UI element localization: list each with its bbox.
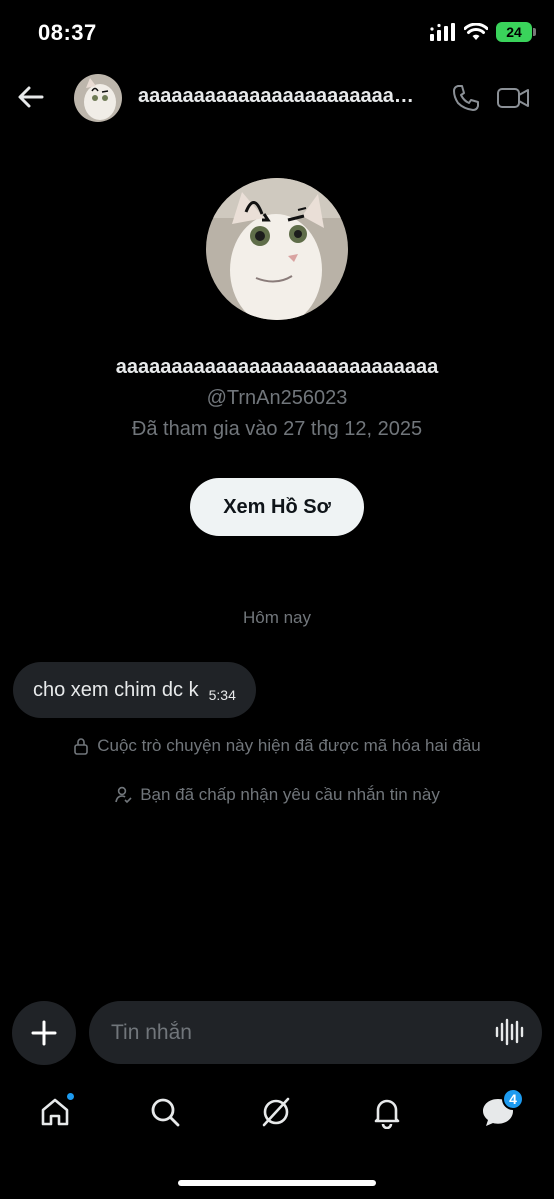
status-icons: 24 bbox=[430, 22, 536, 42]
header-name[interactable]: aaaaaaaaaaaaaaaaaaaaaaaaaaaaa bbox=[138, 85, 420, 108]
signal-icon bbox=[430, 23, 455, 41]
profile-joined-date: Đã tham gia vào 27 thg 12, 2025 bbox=[131, 418, 423, 440]
tab-home[interactable] bbox=[35, 1092, 75, 1132]
battery-icon: 24 bbox=[496, 22, 536, 42]
message-time: 5:34 bbox=[208, 687, 236, 703]
video-camera-icon[interactable] bbox=[496, 82, 530, 114]
tab-notifications[interactable] bbox=[367, 1092, 407, 1132]
bottom-tab-bar: 4 bbox=[0, 1086, 554, 1142]
view-profile-button[interactable]: Xem Hồ Sơ bbox=[190, 478, 364, 536]
wifi-icon bbox=[464, 23, 488, 40]
tab-search[interactable] bbox=[145, 1092, 185, 1132]
voice-waveform-icon[interactable] bbox=[494, 1017, 524, 1047]
messages-badge: 4 bbox=[502, 1088, 524, 1110]
grok-icon bbox=[262, 1097, 290, 1127]
request-accepted-notice: Bạn đã chấp nhận yêu cầu nhắn tin này bbox=[0, 785, 554, 805]
tab-grok[interactable] bbox=[256, 1092, 296, 1132]
tab-messages[interactable]: 4 bbox=[478, 1088, 524, 1132]
received-message-bubble[interactable]: cho xem chim dc k 5:34 bbox=[13, 662, 256, 718]
conversation-header: aaaaaaaaaaaaaaaaaaaaaaaaaaaaa bbox=[0, 66, 554, 130]
search-icon bbox=[151, 1098, 180, 1127]
encryption-notice-text: Cuộc trò chuyện này hiện đã được mã hóa … bbox=[97, 736, 481, 755]
back-arrow-icon[interactable] bbox=[14, 80, 48, 114]
message-text: cho xem chim dc k bbox=[33, 678, 199, 701]
phone-icon[interactable] bbox=[450, 82, 482, 114]
add-attachment-button[interactable] bbox=[12, 1001, 76, 1065]
header-avatar[interactable] bbox=[74, 74, 122, 122]
plus-icon bbox=[31, 1020, 57, 1046]
request-accepted-text: Bạn đã chấp nhận yêu cầu nhắn tin này bbox=[140, 785, 440, 804]
lock-icon bbox=[74, 738, 89, 755]
home-notification-dot bbox=[66, 1092, 75, 1101]
user-check-icon bbox=[115, 786, 132, 804]
cat-avatar-image bbox=[74, 74, 122, 122]
encryption-notice: Cuộc trò chuyện này hiện đã được mã hóa … bbox=[0, 736, 554, 756]
dm-conversation-screen: 08:37 24 aaaaaaaaaaaaaaaaaaaaaaaaa aaaaa… bbox=[0, 0, 554, 1199]
message-composer bbox=[89, 1001, 542, 1064]
profile-handle: @TrnAn256023 bbox=[206, 387, 348, 409]
bell-icon bbox=[374, 1099, 400, 1129]
message-input[interactable] bbox=[111, 1001, 481, 1064]
status-time: 08:37 bbox=[38, 20, 97, 45]
cat-profile-image bbox=[206, 178, 348, 320]
date-divider: Hôm nay bbox=[242, 608, 312, 627]
battery-level: 24 bbox=[506, 24, 522, 40]
profile-avatar[interactable] bbox=[206, 178, 348, 320]
status-bar: 08:37 24 bbox=[0, 0, 554, 66]
home-indicator bbox=[178, 1180, 376, 1186]
profile-name: aaaaaaaaaaaaaaaaaaaaaaaaaaaaa bbox=[115, 356, 439, 378]
